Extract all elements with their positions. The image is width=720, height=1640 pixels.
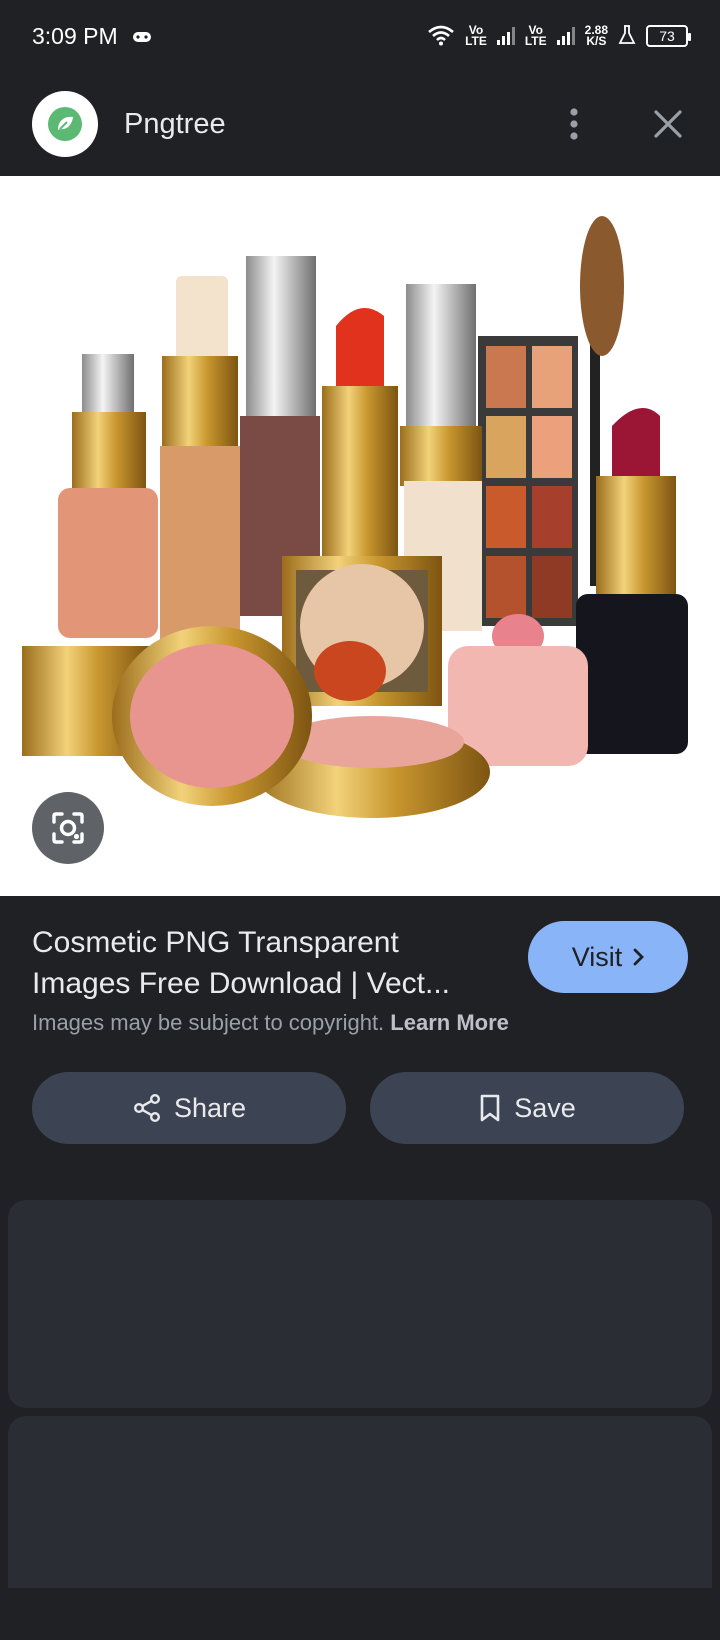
result-info: Cosmetic PNG Transparent Images Free Dow… (0, 896, 720, 1196)
cosmetics-image (22, 216, 688, 818)
signal-bars-1-icon (496, 27, 515, 45)
header-actions (554, 104, 688, 144)
share-button[interactable]: Share (32, 1072, 346, 1144)
viewer-header: Pngtree (0, 72, 720, 176)
bottom-strip (0, 1588, 720, 1640)
result-title[interactable]: Cosmetic PNG Transparent Images Free Dow… (32, 922, 492, 1004)
battery-indicator: 73 (646, 25, 691, 47)
visit-label: Visit (571, 941, 623, 972)
placeholder-card (8, 1200, 712, 1408)
chevron-right-icon (633, 948, 645, 966)
save-button[interactable]: Save (370, 1072, 684, 1144)
share-label: Share (173, 1092, 247, 1123)
close-icon (654, 110, 682, 138)
volte-label-2: Vo LTE (524, 23, 547, 48)
result-image[interactable] (0, 176, 720, 896)
close-button[interactable] (648, 104, 688, 144)
status-bar: 3:09 PM Vo LTE Vo LTE 2.88 K/S 73 (0, 0, 720, 72)
copyright-text: Images may be subject to copyright. (32, 1010, 385, 1035)
signal-bars-2-icon (556, 27, 575, 45)
more-vert-icon (570, 108, 578, 140)
lens-icon (52, 812, 84, 844)
visit-button[interactable]: Visit (528, 921, 688, 993)
copyright-notice: Images may be subject to copyright. Lear… (32, 1010, 509, 1036)
share-icon (133, 1094, 160, 1123)
status-left: 3:09 PM (32, 23, 152, 50)
site-name[interactable]: Pngtree (124, 108, 226, 141)
more-options-button[interactable] (554, 104, 594, 144)
learn-more-link[interactable]: Learn More (390, 1010, 509, 1035)
volte-label-1: Vo LTE (465, 23, 487, 48)
lens-search-button[interactable] (32, 792, 104, 864)
site-favicon[interactable] (32, 91, 98, 157)
status-time: 3:09 PM (32, 22, 118, 49)
network-speed: 2.88 K/S (584, 23, 608, 48)
game-controller-icon (132, 23, 152, 50)
status-right: Vo LTE Vo LTE 2.88 K/S 73 (427, 23, 691, 49)
pngtree-logo-icon (48, 107, 82, 141)
flask-icon (618, 24, 636, 48)
wifi-icon (427, 24, 455, 49)
save-label: Save (514, 1092, 576, 1123)
bookmark-icon (480, 1094, 500, 1122)
